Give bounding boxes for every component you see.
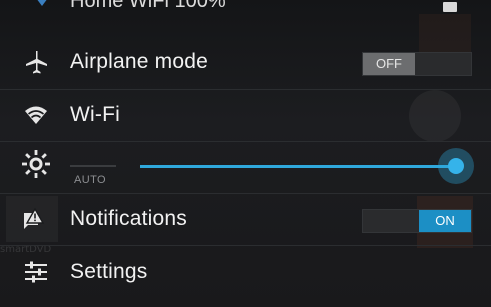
quick-settings-panel: smartDVD Home WiFi 100% Airplane mode OF… [0, 0, 491, 307]
wifi-icon [25, 106, 47, 124]
airplane-mode-row[interactable]: Airplane mode OFF [0, 36, 491, 88]
auto-brightness-toggle[interactable]: AUTO [74, 174, 106, 186]
auto-brightness-indicator [70, 165, 116, 167]
airplane-icon [26, 51, 47, 74]
settings-label: Settings [70, 260, 148, 283]
wifi-row[interactable]: Wi-Fi [0, 89, 491, 141]
settings-row[interactable]: Settings [0, 246, 491, 298]
notifications-toggle[interactable]: ON [362, 209, 472, 233]
wifi-icon [37, 0, 47, 6]
brightness-sun-icon[interactable] [21, 149, 51, 179]
brightness-slider-track[interactable] [140, 165, 456, 168]
brightness-row: AUTO [0, 140, 491, 192]
notifications-icon [24, 207, 45, 229]
settings-sliders-icon [25, 261, 47, 283]
toggle-state: OFF [363, 53, 415, 75]
status-text: Home WiFi 100% [70, 0, 226, 12]
status-row: Home WiFi 100% [0, 0, 491, 18]
toggle-state: ON [419, 210, 471, 232]
airplane-mode-toggle[interactable]: OFF [362, 52, 472, 76]
airplane-mode-label: Airplane mode [70, 50, 209, 73]
wifi-label: Wi-Fi [70, 103, 120, 126]
notifications-label: Notifications [70, 207, 187, 230]
notifications-row[interactable]: Notifications ON [0, 193, 491, 245]
mail-icon [443, 2, 457, 12]
brightness-slider-thumb[interactable] [448, 158, 464, 174]
